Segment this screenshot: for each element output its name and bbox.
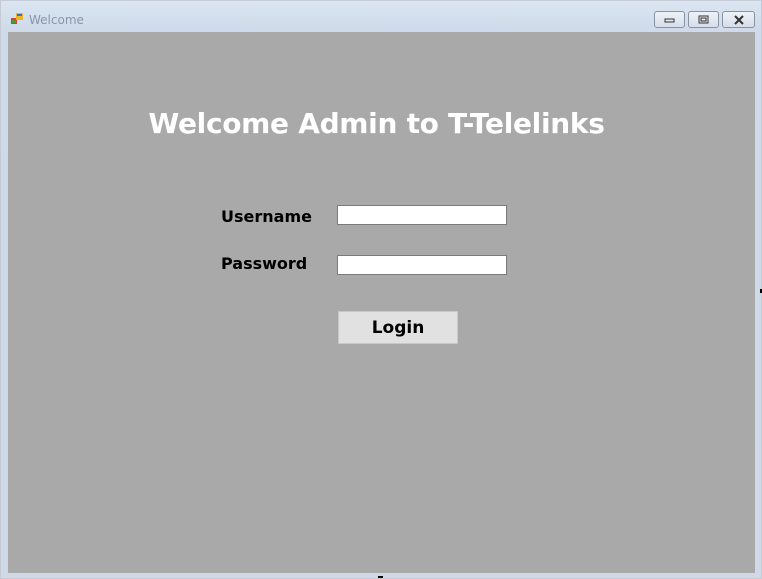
login-button[interactable]: Login [338,311,458,344]
close-button[interactable] [722,11,755,28]
password-input[interactable] [337,255,507,275]
maximize-icon [698,15,709,24]
resize-marker-bottom [378,576,383,578]
username-input[interactable] [337,205,507,225]
app-form-icon [11,13,23,24]
password-label: Password [221,254,308,273]
title-bar[interactable]: Welcome [1,1,761,32]
window-title: Welcome [29,13,84,27]
maximize-button[interactable] [688,11,719,28]
minimize-button[interactable] [654,11,685,28]
welcome-heading: Welcome Admin to T-Telelinks [148,107,605,140]
minimize-icon [664,18,675,23]
form-client-area: Welcome Admin to T-Telelinks Username Pa… [8,32,755,573]
login-window: Welcome Welcome Admin to T-Telelinks Use… [0,0,762,579]
close-icon [733,14,744,25]
username-label: Username [221,207,312,226]
